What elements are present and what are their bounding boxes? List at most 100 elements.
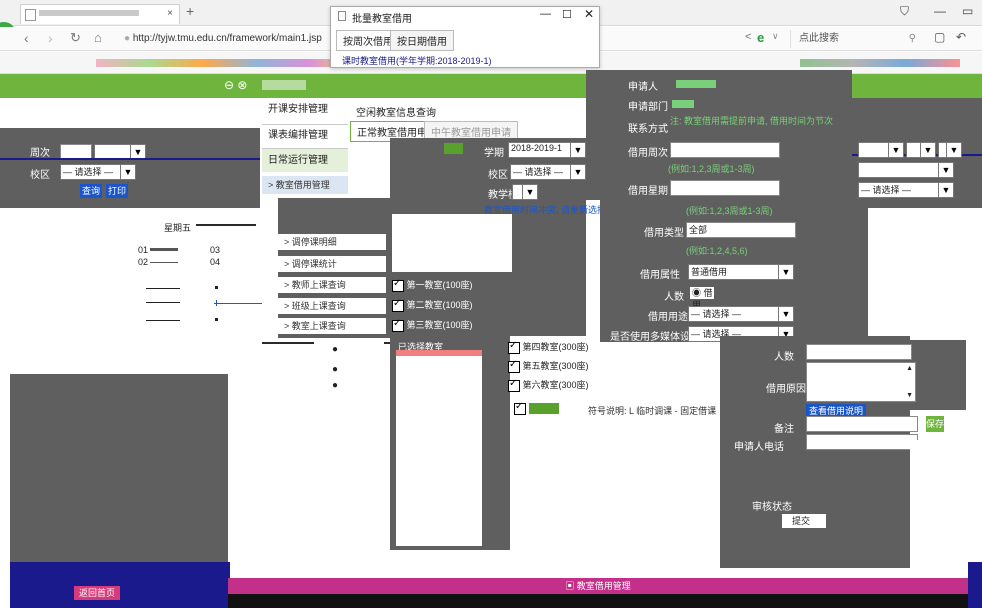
period-04: 04 — [210, 257, 220, 267]
submenu-adjust-detail[interactable]: > 调停课明细 — [278, 234, 386, 250]
room-checkbox-1[interactable] — [392, 278, 404, 292]
selected-rooms-list[interactable] — [396, 350, 482, 546]
right-white-area — [910, 440, 982, 570]
radio-label-text: 人数 — [664, 292, 684, 303]
room-row-4[interactable]: 第四教室(300座) — [508, 340, 589, 354]
period-select-value: — 请选择 — — [63, 167, 114, 177]
days-label: 借用星期 — [628, 182, 668, 197]
period-select[interactable]: — 请选择 — ▼ — [60, 164, 136, 180]
days-label-text: 借用星期 — [628, 186, 668, 197]
type-label-text: 借用类型 — [644, 228, 684, 239]
reason-label-text: 借用原因 — [766, 384, 806, 395]
days-input[interactable] — [670, 180, 780, 196]
submenu-class-query[interactable]: > 班级上课查询 — [278, 298, 386, 314]
submenu-teacher-query[interactable]: > 教师上课查询 — [278, 277, 386, 293]
submenu-adjust-detail-label: > 调停课明细 — [284, 237, 337, 247]
print-button[interactable]: 打印 — [106, 184, 128, 198]
home-icon[interactable]: ⌂ — [94, 30, 102, 45]
remark-input[interactable] — [806, 416, 918, 432]
right-select-1[interactable]: ▼ — [858, 142, 904, 158]
save-button[interactable]: 保存 — [926, 416, 944, 432]
browser-tab[interactable]: × — [20, 4, 180, 24]
restore-icon[interactable]: ▭ — [962, 4, 973, 18]
room-row-1[interactable]: 第一教室(100座) — [392, 278, 473, 292]
submenu-teacher-query-label: > 教师上课查询 — [284, 280, 346, 290]
attr-select[interactable]: 普通借用 ▼ — [688, 264, 794, 280]
popup-close-icon[interactable]: ✕ — [584, 7, 594, 21]
people-input[interactable] — [806, 344, 912, 360]
remark-link-text: 查看借用说明 — [809, 406, 864, 416]
legend-text: 符号说明: L 临时调课 - 固定借课 — [588, 404, 716, 417]
submenu-room-borrow[interactable]: > 教室借用管理 — [262, 176, 348, 194]
forward-icon[interactable]: › — [48, 30, 53, 46]
right-select-2[interactable]: ▼ — [906, 142, 936, 158]
weeks-label-text: 借用周次 — [628, 148, 668, 159]
lower-left-white — [228, 344, 262, 570]
menu-daily-ops[interactable]: 日常运行管理 — [262, 148, 348, 172]
submenu-adjust-stats[interactable]: > 调停课统计 — [278, 256, 386, 272]
radio-icon[interactable]: ◉ — [692, 288, 701, 298]
popup-max-icon[interactable]: ☐ — [562, 8, 572, 21]
semester-select[interactable]: 2018-2019-1 ▼ — [508, 142, 586, 158]
semester-label: 学期 — [484, 144, 504, 159]
search-icon[interactable]: ⚲ — [909, 30, 916, 48]
address-bar[interactable]: ● http://tyjw.tmu.edu.cn/framework/main1… — [124, 30, 334, 48]
new-tab-button[interactable]: + — [186, 3, 194, 19]
weeks-hint-text: (例如:1,2,3周或1-3周) — [668, 164, 755, 174]
right-select-5[interactable]: — 请选择 — ▼ — [858, 182, 954, 198]
popup-tab-date[interactable]: 按日期借用 — [390, 30, 454, 51]
radio-option[interactable]: ◉ 借用 — [690, 287, 714, 310]
room-row-3[interactable]: 第三教室(100座) — [392, 318, 473, 332]
room-row-2[interactable]: 第二教室(100座) — [392, 298, 473, 312]
close-tab-icon[interactable]: × — [167, 5, 173, 23]
bottom-left-bar — [10, 562, 230, 608]
menu-schedule[interactable]: 课表编排管理 — [262, 124, 348, 146]
room-checkbox-5[interactable] — [508, 359, 520, 373]
minimize-icon[interactable]: — — [934, 4, 946, 18]
submenu-room-query[interactable]: > 教室上课查询 — [278, 318, 386, 334]
reload-icon[interactable]: ↻ — [70, 30, 81, 46]
room-row-5[interactable]: 第五教室(300座) — [508, 359, 589, 373]
type-input[interactable]: 全部 — [686, 222, 796, 238]
semester-select-value: 2018-2019-1 — [511, 143, 563, 153]
room-row-6[interactable]: 第六教室(300座) — [508, 378, 589, 392]
search-box[interactable]: 点此搜索 ⚲ — [790, 30, 920, 48]
tab-free-room[interactable]: 空闲教室信息查询 — [356, 104, 436, 119]
home-button[interactable]: 返回首页 — [74, 586, 120, 600]
confirm-row[interactable] — [514, 401, 559, 415]
scroll-up-icon[interactable]: ▲ — [906, 365, 913, 372]
confirm-checkbox[interactable] — [514, 401, 526, 415]
chevron-down-icon: ▼ — [522, 185, 537, 199]
back-icon[interactable]: ‹ — [24, 30, 29, 46]
submit-area[interactable]: 提交 — [782, 514, 826, 528]
building-select[interactable]: ▼ — [512, 184, 538, 200]
skin-icon[interactable]: ⛉ — [900, 4, 909, 19]
room-checkbox-3[interactable] — [392, 318, 404, 332]
dots-column — [314, 340, 384, 400]
popup-min-icon[interactable]: — — [540, 8, 551, 20]
reason-textarea[interactable]: ▲ ▼ — [806, 362, 916, 402]
header-nav-icons[interactable]: ⊖ ⊗ — [224, 78, 247, 92]
grid-dot-1 — [215, 286, 218, 289]
period-label-text: 校区 — [30, 170, 50, 181]
share-icon[interactable]: < — [745, 31, 751, 43]
applicant-label-text: 申请人 — [628, 82, 658, 93]
menu-course-arrangement[interactable]: 开课安排管理 — [262, 98, 348, 122]
undo-icon[interactable]: ↶ — [956, 30, 966, 44]
room-checkbox-6[interactable] — [508, 378, 520, 392]
weeks-input[interactable] — [670, 142, 780, 158]
purpose-select[interactable]: — 请选择 — ▼ — [688, 306, 794, 322]
copy-icon[interactable]: ▢ — [934, 30, 945, 44]
attr-label: 借用属性 — [640, 266, 680, 281]
chevron-down-icon[interactable]: ∨ — [772, 31, 779, 42]
right-select-3[interactable]: ▼ — [938, 142, 962, 158]
right-select-4[interactable]: ▼ — [858, 162, 954, 178]
scroll-down-icon[interactable]: ▼ — [906, 392, 913, 399]
phone-input[interactable] — [806, 434, 918, 450]
dot-marker-2: ● — [332, 364, 339, 375]
campus-select[interactable]: — 请选择 — ▼ — [510, 164, 586, 180]
room-checkbox-4[interactable] — [508, 340, 520, 354]
ie-icon[interactable]: e — [757, 30, 764, 45]
room-checkbox-2[interactable] — [392, 298, 404, 312]
query-button[interactable]: 查询 — [80, 184, 102, 198]
